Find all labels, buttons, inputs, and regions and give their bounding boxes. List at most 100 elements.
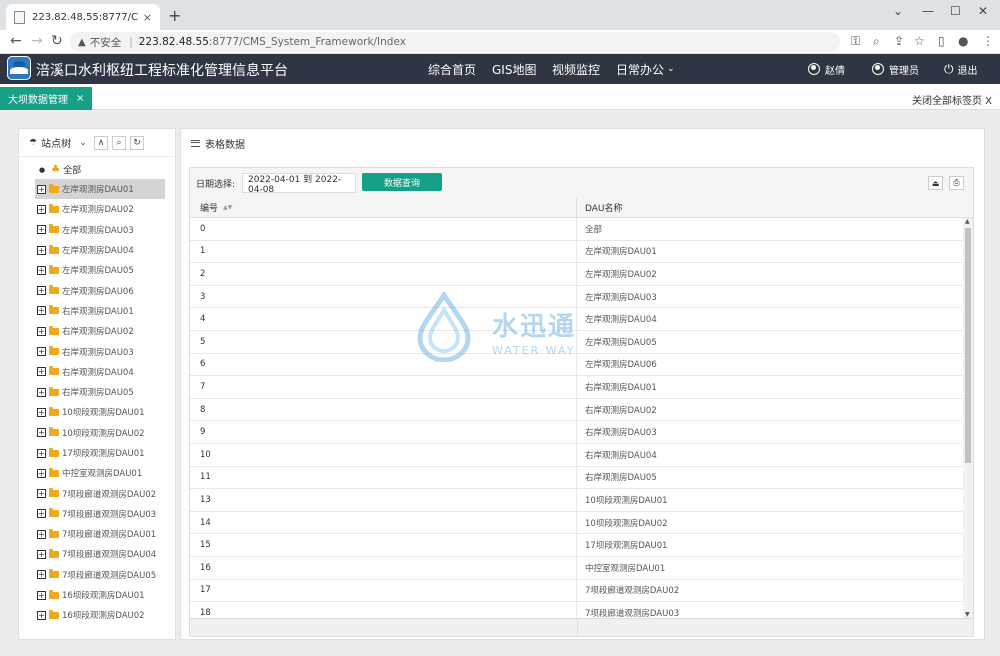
expand-icon[interactable]: + bbox=[37, 286, 46, 296]
tree-item[interactable]: +7坝段廊道观测房DAU01 bbox=[35, 524, 165, 544]
user-menu[interactable]: 赵倩 bbox=[808, 54, 845, 84]
print-icon[interactable]: ⎙ bbox=[949, 176, 964, 190]
tree-item[interactable]: +7坝段廊道观测房DAU02 bbox=[35, 483, 165, 503]
tree-item[interactable]: + 右岸观测房DAU02 bbox=[35, 321, 165, 341]
sidebar-icon[interactable]: ▯ bbox=[938, 34, 945, 48]
forward-icon[interactable]: → bbox=[31, 33, 43, 49]
url-field[interactable]: ▲ 不安全 | 223.82.48.55:8777/CMS_System_Fra… bbox=[70, 32, 840, 52]
close-all-tabs-button[interactable]: 关闭全部标签页 X bbox=[912, 92, 992, 107]
new-tab-button[interactable]: + bbox=[168, 6, 181, 25]
refresh-icon[interactable]: ↻ bbox=[130, 135, 145, 150]
scroll-down-icon[interactable]: ▼ bbox=[965, 611, 970, 618]
nav-video-monitor[interactable]: 视频监控 bbox=[552, 54, 600, 84]
menu-icon[interactable]: ⋮ bbox=[982, 34, 994, 48]
vertical-scrollbar[interactable]: ▲ ▼ bbox=[963, 218, 973, 618]
table-row[interactable]: 7 右岸观测房DAU01 bbox=[190, 376, 973, 399]
nav-daily-office[interactable]: 日常办公 ⌄ bbox=[616, 54, 675, 84]
table-row[interactable]: 5 左岸观测房DAU05 bbox=[190, 330, 973, 354]
tree-item[interactable]: +7坝段廊道观测房DAU05 bbox=[35, 565, 165, 585]
tree-item[interactable]: + 左岸观测房DAU06 bbox=[35, 280, 165, 300]
reload-icon[interactable]: ↻ bbox=[51, 33, 63, 49]
expand-icon[interactable]: + bbox=[37, 489, 46, 499]
close-tab-icon[interactable]: × bbox=[143, 11, 152, 24]
tree-item[interactable]: + 右岸观测房DAU04 bbox=[35, 362, 165, 382]
scrollbar-thumb[interactable] bbox=[965, 228, 971, 463]
table-row[interactable]: 1 左岸观测房DAU01 bbox=[190, 240, 973, 264]
scroll-up-icon[interactable]: ▲ bbox=[965, 218, 970, 225]
tree-item[interactable]: +7坝段廊道观测房DAU03 bbox=[35, 504, 165, 524]
query-button[interactable]: 数据查询 bbox=[362, 173, 442, 191]
expand-icon[interactable]: + bbox=[37, 387, 46, 397]
zoom-icon[interactable]: ⌕ bbox=[873, 34, 880, 49]
role-menu[interactable]: 管理员 bbox=[872, 54, 919, 84]
maximize-icon[interactable]: ☐ bbox=[950, 0, 961, 22]
tree-item[interactable]: + 左岸观测房DAU05 bbox=[35, 260, 165, 280]
star-icon[interactable]: ☆ bbox=[914, 34, 925, 48]
expand-icon[interactable]: + bbox=[37, 590, 46, 600]
tree-item[interactable]: + 右岸观测房DAU01 bbox=[35, 301, 165, 321]
expand-icon[interactable]: + bbox=[37, 225, 46, 235]
tree-item[interactable]: +10坝段观测房DAU02 bbox=[35, 423, 165, 443]
tree-item[interactable]: + 左岸观测房DAU03 bbox=[35, 220, 165, 240]
tree-item[interactable]: + 左岸观测房DAU04 bbox=[35, 240, 165, 260]
sort-icon[interactable]: ▲▼ bbox=[223, 204, 232, 211]
key-icon[interactable]: ⚿ bbox=[851, 34, 860, 49]
expand-icon[interactable]: + bbox=[37, 570, 46, 580]
export-icon[interactable]: ⏏ bbox=[928, 176, 943, 190]
table-row[interactable]: 10 右岸观测房DAU04 bbox=[190, 443, 973, 467]
tree-item[interactable]: +16坝段观测房DAU01 bbox=[35, 585, 165, 605]
tab-dam-data-management[interactable]: 大坝数据管理 × bbox=[0, 87, 93, 110]
table-row[interactable]: 14 10坝段观测房DAU02 bbox=[190, 511, 973, 535]
expand-icon[interactable]: + bbox=[37, 509, 46, 519]
nav-gis-map[interactable]: GIS地图 bbox=[492, 54, 536, 84]
expand-icon[interactable]: + bbox=[37, 347, 46, 357]
table-row[interactable]: 4 左岸观测房DAU04 bbox=[190, 308, 973, 331]
share-icon[interactable]: ⇪ bbox=[894, 34, 904, 48]
table-row[interactable]: 16 中控室观测房DAU01 bbox=[190, 556, 973, 580]
expand-icon[interactable]: + bbox=[37, 367, 46, 377]
tree-item[interactable]: +10坝段观测房DAU01 bbox=[35, 402, 165, 422]
close-icon[interactable]: × bbox=[76, 93, 84, 104]
tree-item[interactable]: +7坝段廊道观测房DAU04 bbox=[35, 544, 165, 564]
table-row[interactable]: 0 全部 bbox=[190, 218, 973, 241]
expand-icon[interactable]: + bbox=[37, 204, 46, 214]
table-row[interactable]: 11 右岸观测房DAU05 bbox=[190, 466, 973, 490]
logout-button[interactable]: ⏻ 退出 bbox=[944, 54, 978, 84]
expand-icon[interactable]: + bbox=[37, 529, 46, 539]
nav-home[interactable]: 综合首页 bbox=[428, 54, 476, 84]
expand-icon[interactable]: + bbox=[37, 549, 46, 559]
table-row[interactable]: 2 左岸观测房DAU02 bbox=[190, 263, 973, 286]
expand-icon[interactable]: + bbox=[37, 448, 46, 458]
column-header-id[interactable]: 编号 ▲▼ bbox=[190, 198, 577, 217]
tree-item[interactable]: +17坝段观测房DAU01 bbox=[35, 443, 165, 463]
table-row[interactable]: 3 左岸观测房DAU03 bbox=[190, 285, 973, 309]
table-row[interactable]: 6 左岸观测房DAU06 bbox=[190, 353, 973, 377]
expand-icon[interactable]: + bbox=[37, 184, 46, 194]
expand-icon[interactable]: + bbox=[37, 610, 46, 620]
chevron-down-icon[interactable]: ⌄ bbox=[893, 0, 903, 22]
tree-item[interactable]: +16坝段观测房DAU02 bbox=[35, 605, 165, 625]
table-row[interactable]: 8 右岸观测房DAU02 bbox=[190, 398, 973, 422]
table-row[interactable]: 13 10坝段观测房DAU01 bbox=[190, 489, 973, 512]
chevron-down-icon[interactable]: ⌄ bbox=[76, 136, 90, 150]
table-row[interactable]: 9 右岸观测房DAU03 bbox=[190, 421, 973, 444]
browser-tab[interactable]: 223.82.48.55:8777/CMS_Syste × bbox=[6, 4, 160, 30]
date-range-input[interactable]: 2022-04-01 到 2022-04-08 bbox=[242, 173, 356, 195]
expand-icon[interactable]: + bbox=[37, 407, 46, 417]
expand-icon[interactable]: + bbox=[37, 428, 46, 438]
profile-icon[interactable]: ● bbox=[958, 34, 968, 48]
table-row[interactable]: 15 17坝段观测房DAU01 bbox=[190, 534, 973, 557]
tree-item[interactable]: + 右岸观测房DAU05 bbox=[35, 382, 165, 402]
minimize-icon[interactable]: — bbox=[922, 0, 934, 22]
back-icon[interactable]: ← bbox=[10, 33, 22, 49]
expand-icon[interactable]: + bbox=[37, 306, 46, 316]
tree-item[interactable]: + 中控室观测房DAU01 bbox=[35, 463, 165, 483]
tree-root[interactable]: ● ♣ 全部 bbox=[39, 163, 81, 176]
tree-item[interactable]: + 右岸观测房DAU03 bbox=[35, 341, 165, 361]
expand-icon[interactable]: + bbox=[37, 468, 46, 478]
collapse-button[interactable]: ∧ bbox=[94, 135, 109, 150]
expand-icon[interactable]: + bbox=[37, 326, 46, 336]
tree-item[interactable]: + 左岸观测房DAU02 bbox=[35, 199, 165, 219]
table-row[interactable]: 17 7坝段廊道观测房DAU02 bbox=[190, 579, 973, 603]
expand-icon[interactable]: + bbox=[37, 245, 46, 255]
